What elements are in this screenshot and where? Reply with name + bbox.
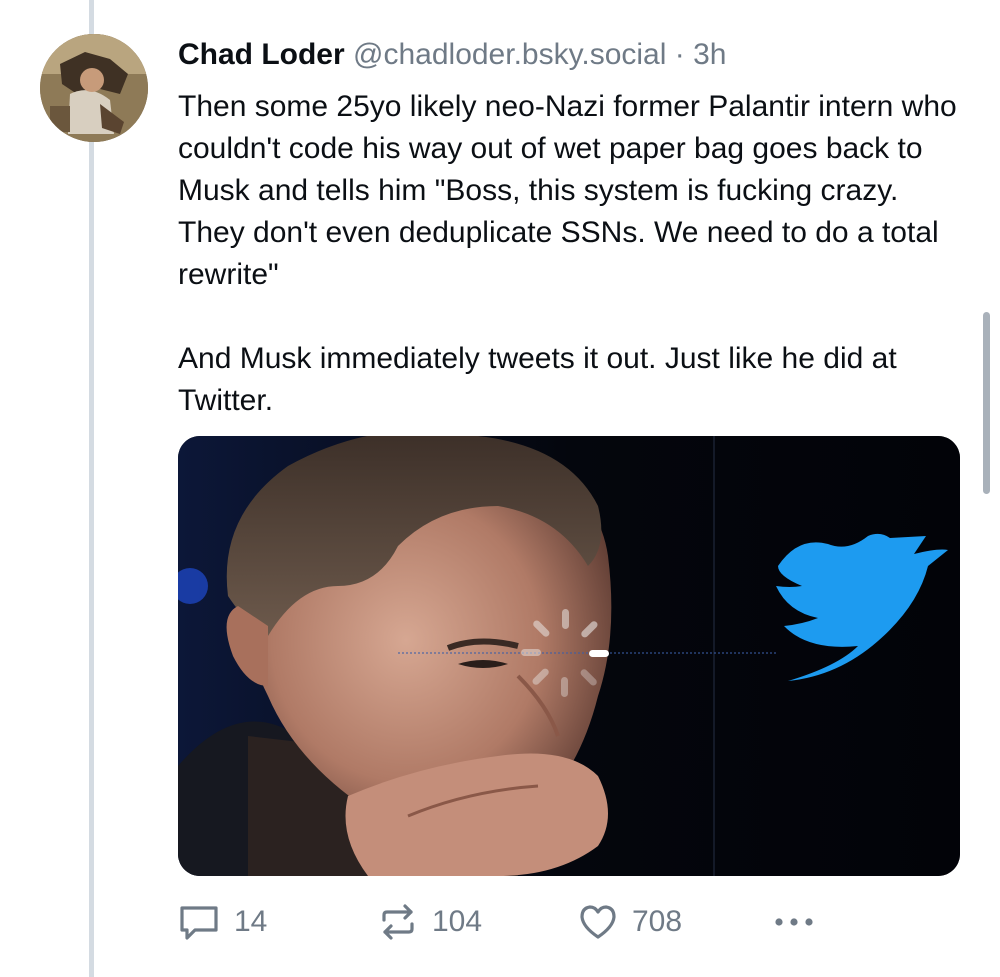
like-count: 708 (632, 905, 683, 938)
post-header: Chad Loder @chadloder.bsky.social · 3h (178, 36, 726, 76)
repost-button[interactable]: 104 (378, 896, 482, 948)
author-avatar[interactable] (40, 34, 148, 142)
like-button[interactable]: 708 (578, 896, 682, 948)
post-time[interactable]: 3h (693, 38, 726, 71)
reply-count: 14 (234, 905, 268, 938)
post-image[interactable] (178, 436, 960, 876)
speech-bubble-icon (178, 901, 220, 943)
author-handle[interactable]: @chadloder.bsky.social (353, 38, 666, 71)
post-paragraph: And Musk immediately tweets it out. Just… (178, 342, 897, 417)
post-paragraph: Then some 25yo likely neo-Nazi former Pa… (178, 90, 957, 291)
reply-button[interactable]: 14 (178, 896, 267, 948)
author-name[interactable]: Chad Loder (178, 38, 345, 71)
post-actions: 14 104 708 (178, 896, 858, 948)
scrollbar-thumb[interactable] (983, 312, 990, 494)
avatar-image (40, 34, 148, 142)
repost-arrows-icon (378, 902, 418, 942)
more-options-button[interactable] (772, 896, 816, 948)
thread-line (89, 0, 94, 977)
more-dots-icon (772, 912, 816, 932)
header-separator: · (674, 38, 685, 71)
repost-count: 104 (432, 905, 483, 938)
post-image-content (178, 436, 960, 876)
post-text: Then some 25yo likely neo-Nazi former Pa… (178, 86, 968, 422)
heart-icon (578, 902, 618, 942)
